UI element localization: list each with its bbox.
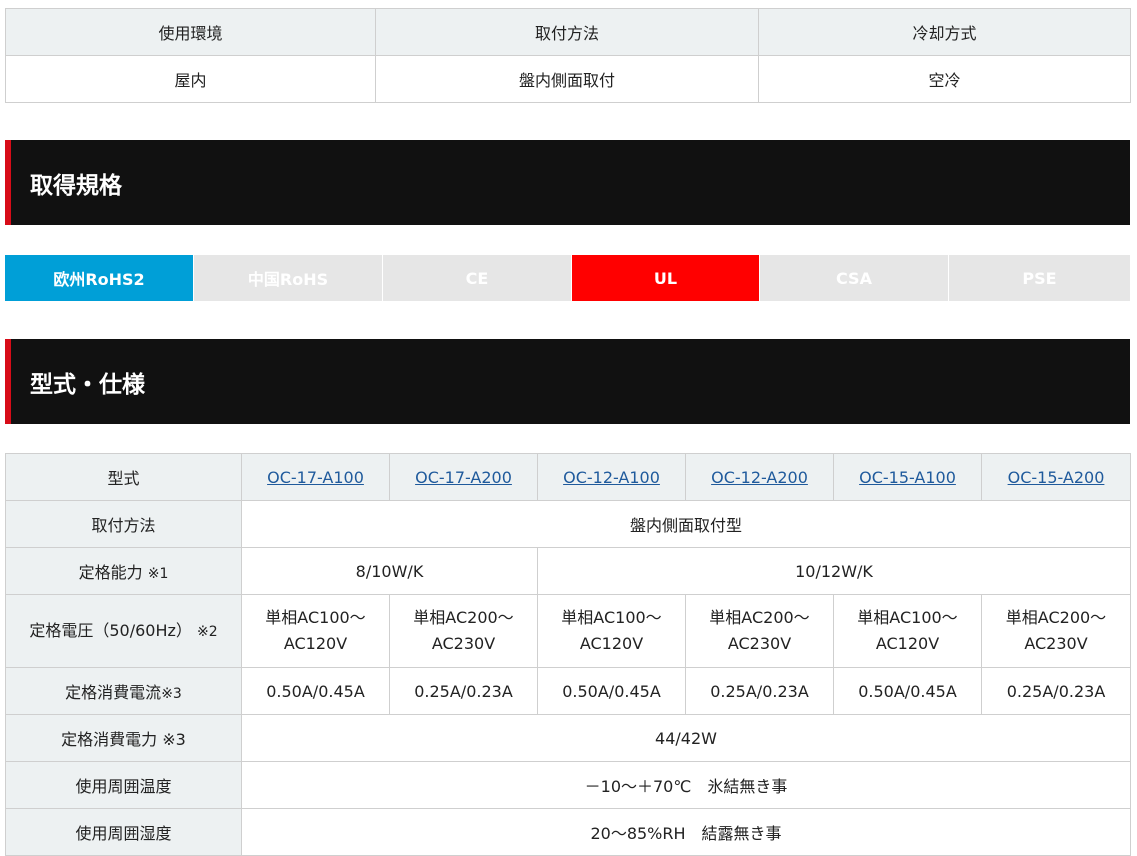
power-row: 定格消費電力 ※3 44/42W (5, 714, 1131, 762)
cert-badge-china-rohs: 中国RoHS (193, 255, 382, 301)
temperature-row: 使用周囲温度 －10～＋70℃ 氷結無き事 (5, 761, 1131, 809)
humidity-value: 20～85%RH 結露無き事 (241, 808, 1131, 856)
environment-table: 使用環境 取付方法 冷却方式 屋内 盤内側面取付 空冷 (5, 8, 1131, 103)
voltage-value: 単相AC200～ AC230V (389, 594, 538, 668)
model-link-oc-12-a100[interactable]: OC-12-A100 (563, 468, 660, 487)
voltage-value: 単相AC100～ AC120V (537, 594, 686, 668)
voltage-label: 定格電圧（50/60Hz） (29, 620, 192, 640)
model-cell: OC-12-A200 (685, 453, 834, 501)
current-label: 定格消費電流 (65, 683, 162, 702)
model-link-oc-17-a100[interactable]: OC-17-A100 (267, 468, 364, 487)
current-value: 0.50A/0.45A (241, 667, 390, 715)
current-value: 0.50A/0.45A (833, 667, 982, 715)
current-value: 0.50A/0.45A (537, 667, 686, 715)
cert-badge-pse: PSE (948, 255, 1130, 301)
env-value-cooling: 空冷 (758, 55, 1131, 103)
humidity-row: 使用周囲湿度 20～85%RH 結露無き事 (5, 808, 1131, 856)
voltage-line2: AC120V (875, 634, 940, 653)
capacity-value: 8/10W/K (241, 547, 538, 595)
capacity-note: ※1 (147, 566, 169, 582)
environment-header-row: 使用環境 取付方法 冷却方式 (5, 8, 1131, 56)
current-value: 0.25A/0.23A (981, 667, 1131, 715)
capacity-label: 定格能力 (78, 563, 143, 582)
voltage-value: 単相AC200～ AC230V (685, 594, 834, 668)
temperature-value: －10～＋70℃ 氷結無き事 (241, 761, 1131, 809)
voltage-value: 単相AC200～ AC230V (981, 594, 1131, 668)
power-label-cell: 定格消費電力 ※3 (5, 714, 242, 762)
capacity-row: 定格能力 ※1 8/10W/K 10/12W/K (5, 547, 1131, 595)
model-cell: OC-17-A100 (241, 453, 390, 501)
cert-badge-ce: CE (382, 255, 571, 301)
current-row: 定格消費電流※3 0.50A/0.45A 0.25A/0.23A 0.50A/0… (5, 667, 1131, 715)
voltage-row: 定格電圧（50/60Hz） ※2 単相AC100～ AC120V 単相AC200～… (5, 594, 1131, 668)
voltage-value: 単相AC100～ AC120V (241, 594, 390, 668)
current-label-cell: 定格消費電流※3 (5, 667, 242, 715)
voltage-label-cell: 定格電圧（50/60Hz） ※2 (5, 594, 242, 668)
model-label: 型式 (5, 453, 242, 501)
voltage-line2: AC120V (283, 634, 348, 653)
model-link-oc-15-a100[interactable]: OC-15-A100 (859, 468, 956, 487)
model-cell: OC-12-A100 (537, 453, 686, 501)
env-header-cooling: 冷却方式 (758, 8, 1131, 56)
power-value: 44/42W (241, 714, 1131, 762)
cert-badge-csa: CSA (759, 255, 948, 301)
current-value: 0.25A/0.23A (389, 667, 538, 715)
model-cell: OC-15-A100 (833, 453, 982, 501)
power-label: 定格消費電力 (61, 730, 158, 749)
capacity-label-cell: 定格能力 ※1 (5, 547, 242, 595)
current-value: 0.25A/0.23A (685, 667, 834, 715)
cert-badge-eu-rohs2: 欧州RoHS2 (5, 255, 193, 301)
capacity-value: 10/12W/K (537, 547, 1131, 595)
environment-value-row: 屋内 盤内側面取付 空冷 (5, 55, 1131, 103)
specifications-heading: 型式・仕様 (5, 339, 1130, 424)
model-link-oc-12-a200[interactable]: OC-12-A200 (711, 468, 808, 487)
model-cell: OC-17-A200 (389, 453, 538, 501)
voltage-line1: 単相AC200～ (1005, 608, 1107, 627)
power-note: ※3 (162, 730, 186, 749)
voltage-line1: 単相AC100～ (857, 608, 958, 627)
mounting-row: 取付方法 盤内側面取付型 (5, 500, 1131, 548)
model-row: 型式 OC-17-A100 OC-17-A200 OC-12-A100 OC-1… (5, 453, 1131, 501)
humidity-label: 使用周囲湿度 (5, 808, 242, 856)
voltage-line1: 単相AC100～ (265, 608, 366, 627)
voltage-line1: 単相AC200～ (709, 608, 810, 627)
model-cell: OC-15-A200 (981, 453, 1131, 501)
temperature-label: 使用周囲温度 (5, 761, 242, 809)
model-link-oc-15-a200[interactable]: OC-15-A200 (1008, 468, 1105, 487)
certification-badges: 欧州RoHS2 中国RoHS CE UL CSA PSE (5, 255, 1130, 301)
cert-badge-ul: UL (571, 255, 759, 301)
current-note: ※3 (161, 686, 182, 702)
env-value-mounting: 盤内側面取付 (375, 55, 759, 103)
voltage-note: ※2 (197, 623, 218, 640)
env-value-usage: 屋内 (5, 55, 376, 103)
voltage-line1: 単相AC100～ (561, 608, 662, 627)
voltage-value: 単相AC100～ AC120V (833, 594, 982, 668)
mounting-label: 取付方法 (5, 500, 242, 548)
specifications-table: 型式 OC-17-A100 OC-17-A200 OC-12-A100 OC-1… (5, 453, 1131, 856)
voltage-line2: AC230V (727, 634, 792, 653)
voltage-line2: AC230V (431, 634, 496, 653)
env-header-usage: 使用環境 (5, 8, 376, 56)
voltage-line2: AC230V (1024, 634, 1088, 653)
voltage-line1: 単相AC200～ (413, 608, 514, 627)
certifications-heading: 取得規格 (5, 140, 1130, 225)
env-header-mounting: 取付方法 (375, 8, 759, 56)
voltage-line2: AC120V (579, 634, 644, 653)
mounting-value: 盤内側面取付型 (241, 500, 1131, 548)
model-link-oc-17-a200[interactable]: OC-17-A200 (415, 468, 512, 487)
